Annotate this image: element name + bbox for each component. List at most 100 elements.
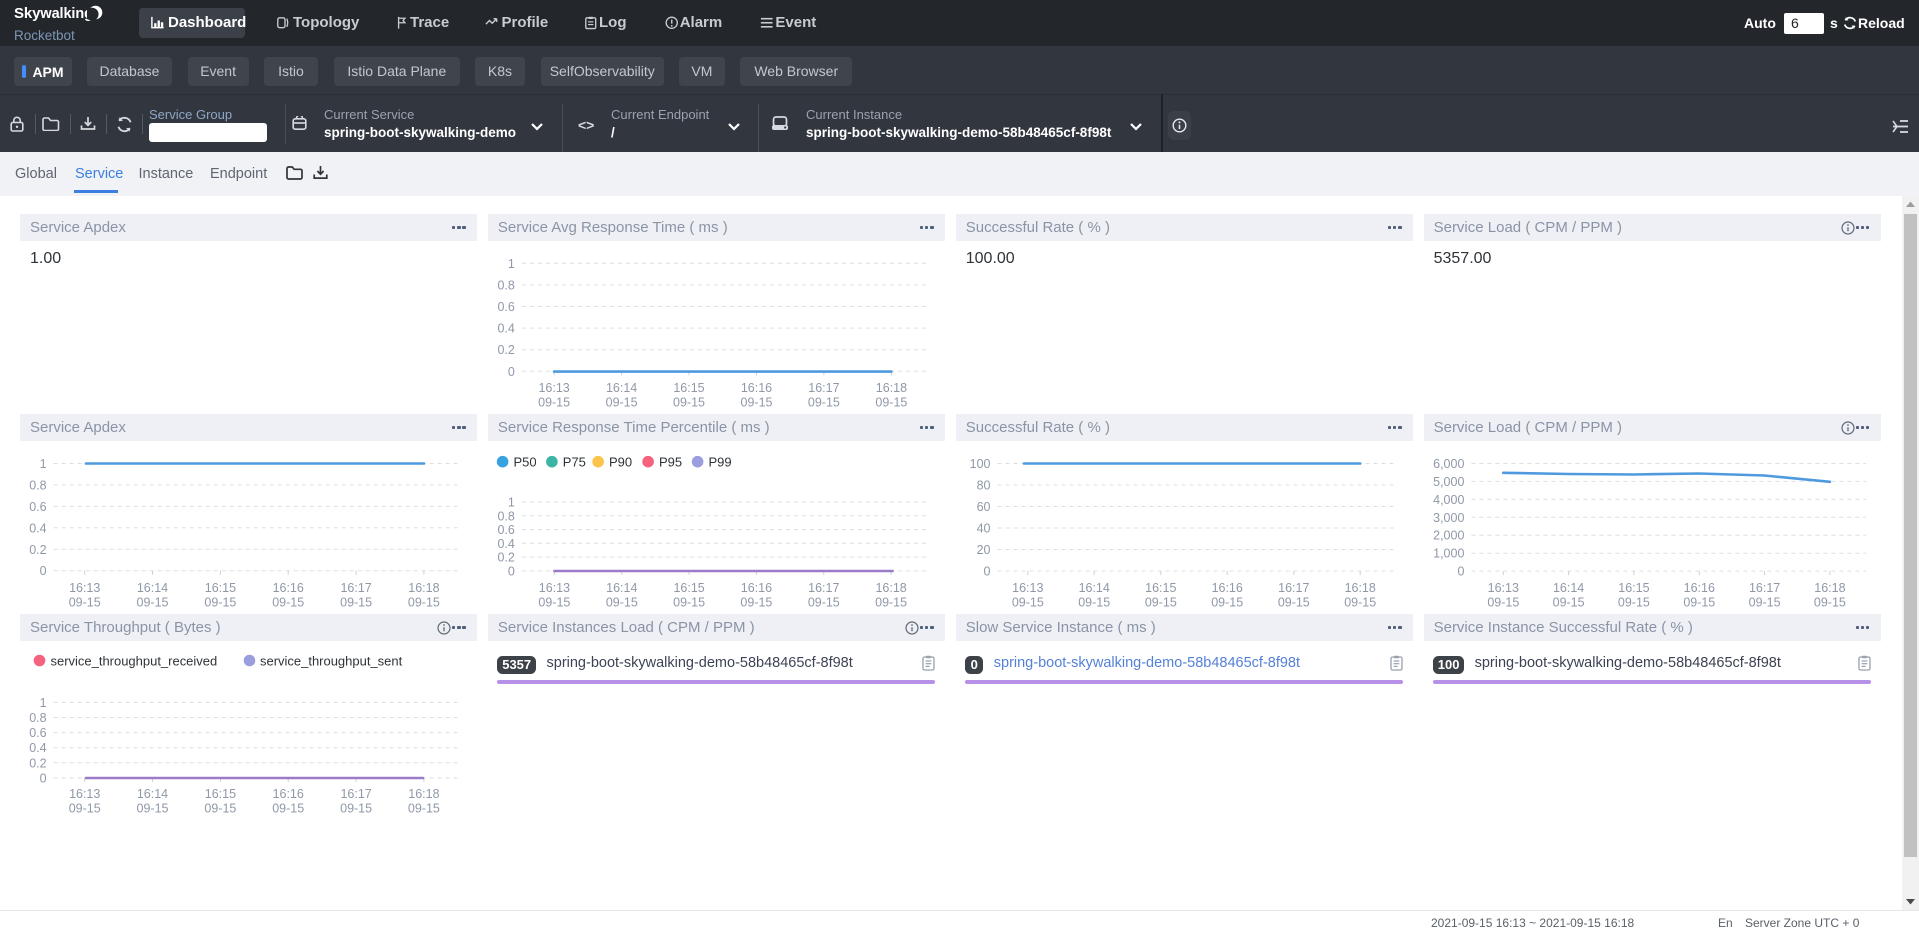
svg-text:service_throughput_received: service_throughput_received: [51, 653, 218, 668]
svg-text:3,000: 3,000: [1433, 511, 1464, 525]
svg-text:16:18: 16:18: [876, 381, 907, 395]
svg-text:0.2: 0.2: [497, 343, 514, 357]
svg-text:0.6: 0.6: [29, 500, 46, 514]
svg-text:16:17: 16:17: [1278, 581, 1309, 595]
svg-text:09-15: 09-15: [1078, 595, 1110, 609]
svg-text:09-15: 09-15: [69, 595, 101, 609]
svg-text:09-15: 09-15: [673, 595, 705, 609]
svg-text:09-15: 09-15: [1683, 595, 1715, 609]
svg-text:09-15: 09-15: [808, 395, 840, 409]
svg-text:09-15: 09-15: [1012, 595, 1044, 609]
svg-text:09-15: 09-15: [1145, 595, 1177, 609]
svg-text:09-15: 09-15: [1552, 595, 1584, 609]
svg-text:2,000: 2,000: [1433, 529, 1464, 543]
svg-text:09-15: 09-15: [340, 801, 372, 815]
svg-text:4,000: 4,000: [1433, 493, 1464, 507]
svg-text:1: 1: [40, 457, 47, 471]
svg-text:16:14: 16:14: [137, 581, 168, 595]
svg-text:16:16: 16:16: [741, 581, 772, 595]
svg-text:09-15: 09-15: [1748, 595, 1780, 609]
svg-text:16:15: 16:15: [673, 381, 704, 395]
svg-text:16:13: 16:13: [69, 581, 100, 595]
svg-text:16:16: 16:16: [273, 581, 304, 595]
svg-text:09-15: 09-15: [204, 595, 236, 609]
svg-text:1: 1: [508, 495, 515, 509]
svg-text:09-15: 09-15: [740, 395, 772, 409]
svg-text:16:15: 16:15: [1618, 581, 1649, 595]
svg-text:16:15: 16:15: [1145, 581, 1176, 595]
svg-text:16:14: 16:14: [606, 581, 637, 595]
svg-text:0: 0: [40, 771, 47, 785]
svg-text:P75: P75: [563, 454, 586, 469]
svg-text:09-15: 09-15: [272, 595, 304, 609]
svg-text:0.8: 0.8: [497, 509, 514, 523]
svg-text:09-15: 09-15: [69, 801, 101, 815]
svg-text:16:15: 16:15: [205, 787, 236, 801]
svg-text:0: 0: [983, 564, 990, 578]
svg-text:16:17: 16:17: [1749, 581, 1780, 595]
svg-text:100: 100: [969, 457, 990, 471]
svg-text:1,000: 1,000: [1433, 547, 1464, 561]
svg-text:09-15: 09-15: [808, 595, 840, 609]
svg-text:09-15: 09-15: [1487, 595, 1519, 609]
svg-text:0.6: 0.6: [29, 726, 46, 740]
svg-text:09-15: 09-15: [408, 595, 440, 609]
svg-text:16:18: 16:18: [408, 581, 439, 595]
svg-text:16:17: 16:17: [808, 381, 839, 395]
svg-text:0: 0: [508, 365, 515, 379]
svg-text:09-15: 09-15: [1278, 595, 1310, 609]
svg-text:09-15: 09-15: [1814, 595, 1846, 609]
svg-text:P99: P99: [708, 454, 731, 469]
svg-text:09-15: 09-15: [340, 595, 372, 609]
svg-text:09-15: 09-15: [875, 595, 907, 609]
svg-text:16:13: 16:13: [539, 581, 570, 595]
svg-text:service_throughput_sent: service_throughput_sent: [260, 653, 403, 668]
svg-text:16:14: 16:14: [1553, 581, 1584, 595]
svg-text:16:14: 16:14: [137, 787, 168, 801]
svg-text:0.8: 0.8: [497, 278, 514, 292]
svg-text:0.4: 0.4: [497, 322, 514, 336]
svg-text:0.4: 0.4: [497, 537, 514, 551]
svg-text:0.2: 0.2: [497, 551, 514, 565]
svg-text:16:14: 16:14: [606, 381, 637, 395]
svg-text:80: 80: [976, 478, 990, 492]
svg-text:09-15: 09-15: [673, 395, 705, 409]
svg-text:16:16: 16:16: [273, 787, 304, 801]
svg-text:P50: P50: [513, 454, 536, 469]
svg-text:P95: P95: [659, 454, 682, 469]
svg-text:16:17: 16:17: [340, 787, 371, 801]
svg-text:16:15: 16:15: [205, 581, 236, 595]
svg-text:0.2: 0.2: [29, 543, 46, 557]
svg-text:09-15: 09-15: [1211, 595, 1243, 609]
svg-text:16:13: 16:13: [1012, 581, 1043, 595]
svg-text:09-15: 09-15: [1344, 595, 1376, 609]
svg-text:09-15: 09-15: [606, 595, 638, 609]
svg-text:09-15: 09-15: [137, 595, 169, 609]
svg-text:0: 0: [40, 564, 47, 578]
svg-text:16:17: 16:17: [340, 581, 371, 595]
svg-text:09-15: 09-15: [272, 801, 304, 815]
svg-text:0.4: 0.4: [29, 741, 46, 755]
svg-text:0.8: 0.8: [29, 711, 46, 725]
svg-text:0.8: 0.8: [29, 478, 46, 492]
svg-text:1: 1: [508, 257, 515, 271]
svg-text:16:15: 16:15: [673, 581, 704, 595]
svg-text:16:18: 16:18: [875, 581, 906, 595]
svg-text:0: 0: [508, 564, 515, 578]
svg-text:09-15: 09-15: [740, 595, 772, 609]
svg-text:0.4: 0.4: [29, 521, 46, 535]
svg-text:16:17: 16:17: [808, 581, 839, 595]
svg-text:09-15: 09-15: [137, 801, 169, 815]
svg-text:60: 60: [976, 500, 990, 514]
svg-text:P90: P90: [609, 454, 632, 469]
svg-text:5,000: 5,000: [1433, 475, 1464, 489]
svg-text:16:13: 16:13: [69, 787, 100, 801]
svg-text:09-15: 09-15: [606, 395, 638, 409]
svg-text:16:18: 16:18: [1814, 581, 1845, 595]
svg-text:1: 1: [40, 696, 47, 710]
svg-text:09-15: 09-15: [1618, 595, 1650, 609]
svg-text:16:16: 16:16: [1683, 581, 1714, 595]
svg-text:0: 0: [1457, 565, 1464, 579]
svg-text:09-15: 09-15: [538, 395, 570, 409]
svg-text:16:14: 16:14: [1078, 581, 1109, 595]
